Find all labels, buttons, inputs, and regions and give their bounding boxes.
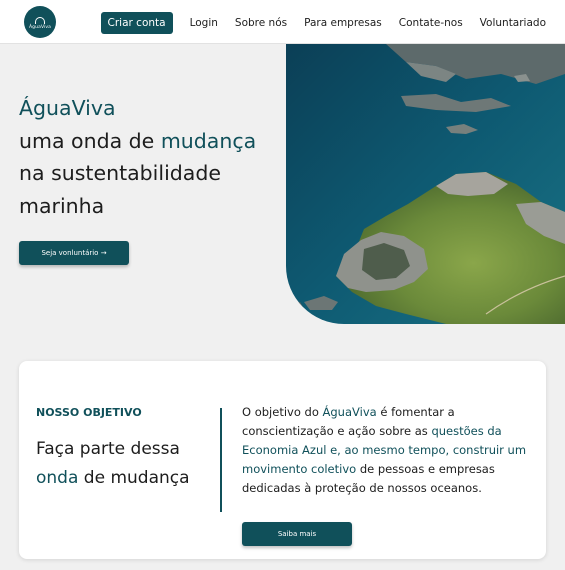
vertical-divider [220,408,222,512]
hero-line-2-text: uma onda de [19,128,161,153]
hero-brand: ÁguaViva [19,96,116,120]
hero-aerial-coast-image [286,44,565,324]
objective-title: Faça parte dessa onda de mudança [36,435,190,493]
objective-title-rest: de mudança [78,468,190,488]
main-nav: Criar conta Login Sobre nós Para empresa… [100,12,546,34]
hero-line-3: na sustentabilidade [19,161,221,185]
nav-business[interactable]: Para empresas [304,17,382,29]
hero-line-4: marinha [19,193,105,218]
nav-volunteer[interactable]: Voluntariado [480,17,546,29]
hero-headline: ÁguaViva uma onda de mudança na sustenta… [19,92,256,222]
hero-line-2: uma onda de mudança [19,125,256,158]
objective-label: NOSSO OBJETIVO [36,406,142,419]
logo[interactable]: ÁguaViva [24,6,56,38]
objective-description: O objetivo do ÁguaViva é fomentar a cons… [242,403,537,498]
create-account-button[interactable]: Criar conta [100,12,173,34]
logo-text: ÁguaViva [29,24,51,30]
objective-text-brand: ÁguaViva [322,405,377,419]
objective-title-line-2: onda de mudança [36,464,190,493]
nav-login[interactable]: Login [190,17,218,29]
learn-more-button[interactable]: Saiba mais [242,522,352,546]
jellyfish-icon [35,16,45,24]
nav-contact[interactable]: Contate-nos [399,17,463,29]
site-header: ÁguaViva Criar conta Login Sobre nós Par… [0,0,565,44]
objective-title-accent: onda [36,468,79,488]
nav-about[interactable]: Sobre nós [235,17,287,29]
objective-card: NOSSO OBJETIVO Faça parte dessa onda de … [19,361,546,559]
objective-title-line-1: Faça parte dessa [36,439,180,459]
objective-text-1: O objetivo do [242,405,323,419]
hero-accent-word: mudança [160,128,257,153]
volunteer-button[interactable]: Seja vonluntário → [19,241,129,265]
